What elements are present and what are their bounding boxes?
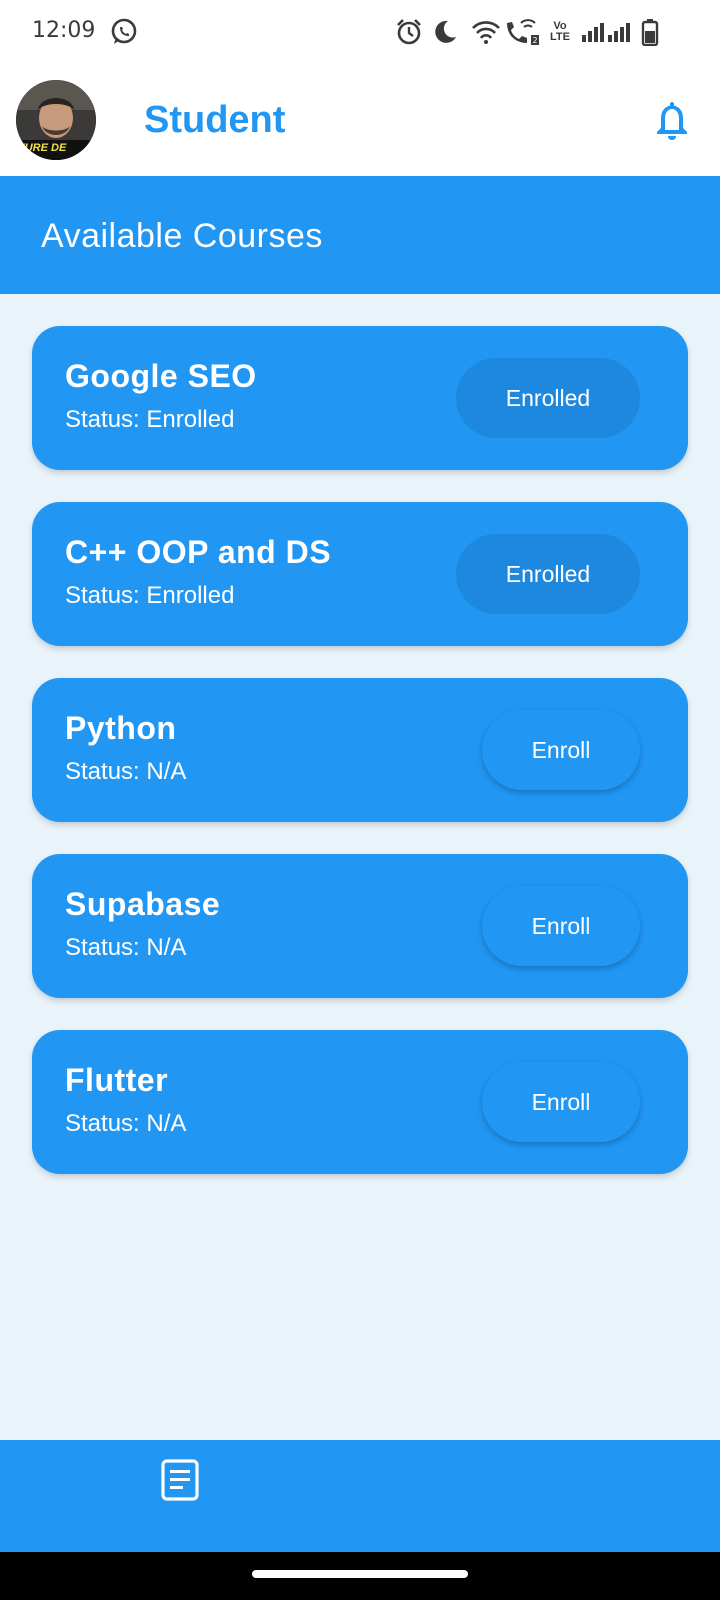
wifi-calling-icon: 2 [502,16,542,48]
app-title: Student [144,99,286,141]
article-icon[interactable] [160,1458,200,1502]
signal-icon [606,16,632,48]
signal-icon [580,16,606,48]
bottom-nav [0,1440,720,1552]
volte-icon: Vo LTE [544,16,576,48]
alarm-icon [394,16,424,48]
course-name: Google SEO [65,358,257,394]
enroll-button[interactable]: Enroll [482,1062,640,1142]
course-name: Supabase [65,886,221,922]
do-not-disturb-moon-icon [430,16,460,48]
whatsapp-icon [108,16,140,48]
volte-label: Vo LTE [550,20,570,43]
course-card-python: Python Status: N/A Enroll [32,678,688,822]
home-gesture-handle[interactable] [252,1570,468,1578]
status-bar: 12:09 2 Vo LTE [0,0,720,64]
course-status: Status: N/A [65,934,187,961]
gesture-nav-bar [0,1552,720,1600]
enrolled-button[interactable]: Enrolled [456,534,640,614]
app-bar: TURE DE Student [0,64,720,176]
course-card-supabase: Supabase Status: N/A Enroll [32,854,688,998]
course-name: Flutter [65,1062,169,1098]
enroll-button[interactable]: Enroll [482,710,640,790]
avatar-shirt-text: TURE DE [18,142,67,154]
course-name: C++ OOP and DS [65,534,332,570]
course-status: Status: Enrolled [65,582,235,609]
course-status: Status: Enrolled [65,406,235,433]
enrolled-button[interactable]: Enrolled [456,358,640,438]
course-list: Google SEO Status: Enrolled Enrolled C++… [32,326,688,1206]
status-time: 12:09 [32,18,96,43]
course-status: Status: N/A [65,1110,187,1137]
battery-icon [640,16,660,48]
course-card-cpp-oop-ds: C++ OOP and DS Status: Enrolled Enrolled [32,502,688,646]
course-card-google-seo: Google SEO Status: Enrolled Enrolled [32,326,688,470]
bell-icon[interactable] [650,98,694,142]
section-header: Available Courses [0,176,720,294]
course-status: Status: N/A [65,758,187,785]
enroll-button[interactable]: Enroll [482,886,640,966]
wifi-icon [470,16,502,48]
svg-text:2: 2 [532,36,537,45]
avatar[interactable]: TURE DE [16,80,96,160]
course-card-flutter: Flutter Status: N/A Enroll [32,1030,688,1174]
section-title: Available Courses [41,217,323,255]
course-name: Python [65,710,177,746]
